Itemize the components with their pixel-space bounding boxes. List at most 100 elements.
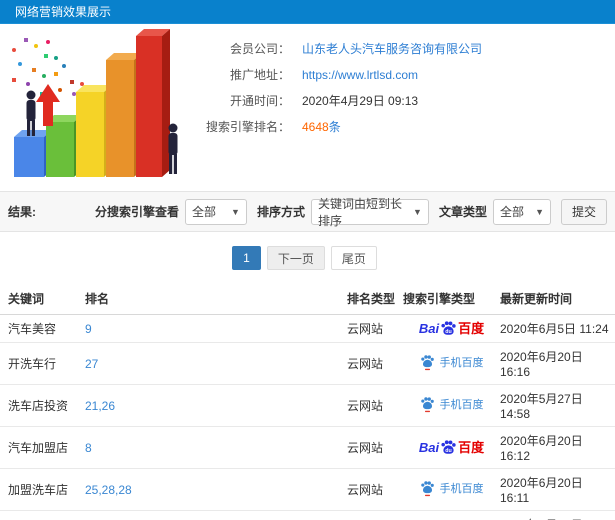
col-updated: 最新更新时间 bbox=[500, 282, 615, 315]
rank-count-unit: 条 bbox=[328, 120, 341, 134]
article-type-select[interactable]: 全部 ▼ bbox=[492, 198, 551, 225]
updated-cell: 2020年6月20日 16:11 bbox=[500, 468, 615, 511]
mobile-baidu-logo: 手机百度 bbox=[420, 354, 484, 371]
company-row: 会员公司： 山东老人头汽车服务咨询有限公司 bbox=[185, 40, 615, 58]
table-row: 汽车美容 9 云网站 Bai du 百度 2020年6月5日 11:24 bbox=[0, 314, 615, 343]
engine-rank-row: 搜索引擎排名： 4648条 bbox=[185, 118, 615, 136]
chevron-down-icon: ▼ bbox=[413, 206, 422, 217]
svg-text:du: du bbox=[445, 448, 451, 454]
updated-cell: 2020年5月27日 14:58 bbox=[500, 384, 615, 427]
engine-cell: Bai du 百度 bbox=[403, 510, 500, 520]
sort-value: 关键词由短到长排序 bbox=[317, 196, 402, 228]
engine-filter-select[interactable]: 全部 ▼ bbox=[184, 198, 247, 225]
rank-link[interactable]: 9 bbox=[85, 322, 92, 336]
table-header-row: 关键词 排名 排名类型 搜索引擎类型 最新更新时间 bbox=[0, 282, 615, 315]
col-engine-type: 搜索引擎类型 bbox=[403, 282, 500, 315]
promo-url-link[interactable]: https://www.lrtlsd.com bbox=[302, 66, 418, 84]
keyword-cell: 洗车赚钱吗 bbox=[0, 510, 85, 520]
table-row: 洗车店投资 21,26 云网站 Bai du 百度 bbox=[0, 384, 615, 427]
growth-chart-illustration bbox=[0, 24, 185, 191]
sort-label: 排序方式 bbox=[256, 205, 305, 219]
submit-button[interactable]: 提交 bbox=[560, 198, 607, 225]
engine-filter-label: 分搜索引擎查看 bbox=[94, 205, 179, 219]
company-label: 会员公司： bbox=[229, 42, 290, 56]
rank-cell: 8 bbox=[85, 426, 347, 469]
rank-cell: 21,26 bbox=[85, 384, 347, 427]
table-row: 洗车赚钱吗 30 云网站 Bai du 百度 bbox=[0, 510, 615, 520]
rank-type-cell: 云网站 bbox=[347, 510, 403, 520]
engine-rank-value: 4648条 bbox=[302, 118, 341, 136]
rank-count: 4648 bbox=[302, 120, 329, 134]
bar-chart-graphic bbox=[12, 29, 178, 177]
rank-link[interactable]: 25,28,28 bbox=[85, 483, 132, 497]
keyword-cell: 汽车美容 bbox=[0, 314, 85, 343]
table-row: 开洗车行 27 云网站 Bai du 百度 bbox=[0, 342, 615, 385]
chevron-down-icon: ▼ bbox=[535, 206, 544, 217]
rank-cell: 30 bbox=[85, 510, 347, 520]
engine-cell: Bai du 百度 bbox=[403, 468, 500, 511]
rank-cell: 27 bbox=[85, 342, 347, 385]
company-link[interactable]: 山东老人头汽车服务咨询有限公司 bbox=[302, 40, 482, 58]
businessman-right bbox=[168, 123, 178, 174]
baidu-logo: Bai du 百度 bbox=[418, 320, 485, 337]
col-rank: 排名 bbox=[85, 282, 347, 315]
rank-type-cell: 云网站 bbox=[347, 342, 403, 385]
baidu-paw-icon bbox=[420, 354, 435, 371]
page-1-button[interactable]: 1 bbox=[232, 246, 261, 270]
rank-link[interactable]: 8 bbox=[85, 441, 92, 455]
updated-cell: 2020年6月20日 16:12 bbox=[500, 426, 615, 469]
table-row: 汽车加盟店 8 云网站 Bai du 百度 2020年6月20日 16:12 bbox=[0, 426, 615, 469]
engine-cell: Bai du 百度 bbox=[403, 426, 500, 469]
rank-cell: 9 bbox=[85, 314, 347, 343]
col-keyword: 关键词 bbox=[0, 282, 85, 315]
keyword-cell: 洗车店投资 bbox=[0, 384, 85, 427]
engine-cell: Bai du 百度 bbox=[403, 314, 500, 343]
next-page-button[interactable]: 下一页 bbox=[266, 246, 325, 270]
promo-url-label: 推广地址： bbox=[229, 68, 290, 82]
promo-url-row: 推广地址： https://www.lrtlsd.com bbox=[185, 66, 615, 84]
mobile-baidu-logo: 手机百度 bbox=[420, 480, 484, 497]
engine-rank-label: 搜索引擎排名： bbox=[205, 120, 290, 134]
sort-select[interactable]: 关键词由短到长排序 ▼ bbox=[310, 197, 429, 228]
rank-type-cell: 云网站 bbox=[347, 468, 403, 511]
open-time-row: 开通时间： 2020年4月29日 09:13 bbox=[185, 92, 615, 110]
chevron-down-icon: ▼ bbox=[231, 206, 240, 217]
engine-cell: Bai du 百度 bbox=[403, 384, 500, 427]
baidu-logo: Bai du 百度 bbox=[418, 439, 485, 456]
baidu-paw-icon bbox=[420, 396, 435, 413]
rank-type-cell: 云网站 bbox=[347, 384, 403, 427]
result-label: 结果: bbox=[8, 205, 36, 219]
titlebar: 网络营销效果展示 bbox=[0, 0, 615, 24]
keyword-cell: 加盟洗车店 bbox=[0, 468, 85, 511]
page-title: 网络营销效果展示 bbox=[15, 5, 112, 19]
last-page-button[interactable]: 尾页 bbox=[330, 246, 377, 270]
mobile-baidu-logo: 手机百度 bbox=[420, 396, 484, 413]
engine-filter-value: 全部 bbox=[191, 205, 216, 219]
updated-cell: 2020年6月5日 11:24 bbox=[500, 314, 615, 343]
engine-cell: Bai du 百度 bbox=[403, 342, 500, 385]
rank-cell: 25,28,28 bbox=[85, 468, 347, 511]
baidu-paw-icon bbox=[420, 480, 435, 497]
updated-cell: 2020年6月20日 16:16 bbox=[500, 342, 615, 385]
open-time-label: 开通时间： bbox=[229, 94, 290, 108]
rank-type-cell: 云网站 bbox=[347, 426, 403, 469]
businessman-left bbox=[26, 90, 36, 136]
open-time-value: 2020年4月29日 09:13 bbox=[302, 94, 419, 108]
rank-link[interactable]: 27 bbox=[85, 357, 98, 371]
baidu-paw-icon: du bbox=[440, 439, 457, 456]
rank-type-cell: 云网站 bbox=[347, 314, 403, 343]
keyword-cell: 汽车加盟店 bbox=[0, 426, 85, 469]
rank-link[interactable]: 21,26 bbox=[85, 399, 115, 413]
marketing-results-page: 网络营销效果展示 会员公司： 山东老人头汽车服务咨询有限公司 推广地址： htt… bbox=[0, 0, 615, 520]
filter-bar: 结果: 分搜索引擎查看 全部 ▼ 排序方式 关键词由短到长排序 ▼ 文章类型 全… bbox=[0, 191, 615, 232]
svg-text:du: du bbox=[445, 329, 451, 335]
keyword-cell: 开洗车行 bbox=[0, 342, 85, 385]
table-row: 加盟洗车店 25,28,28 云网站 Bai du 百度 bbox=[0, 468, 615, 511]
updated-cell: 2020年6月20日 16:12 bbox=[500, 510, 615, 520]
col-rank-type: 排名类型 bbox=[347, 282, 403, 315]
top-section: 会员公司： 山东老人头汽车服务咨询有限公司 推广地址： https://www.… bbox=[0, 24, 615, 191]
keyword-ranking-table: 关键词 排名 排名类型 搜索引擎类型 最新更新时间 汽车美容 9 云网站 Bai bbox=[0, 282, 615, 520]
article-type-value: 全部 bbox=[499, 205, 524, 219]
article-type-label: 文章类型 bbox=[438, 205, 487, 219]
baidu-paw-icon: du bbox=[440, 320, 457, 337]
